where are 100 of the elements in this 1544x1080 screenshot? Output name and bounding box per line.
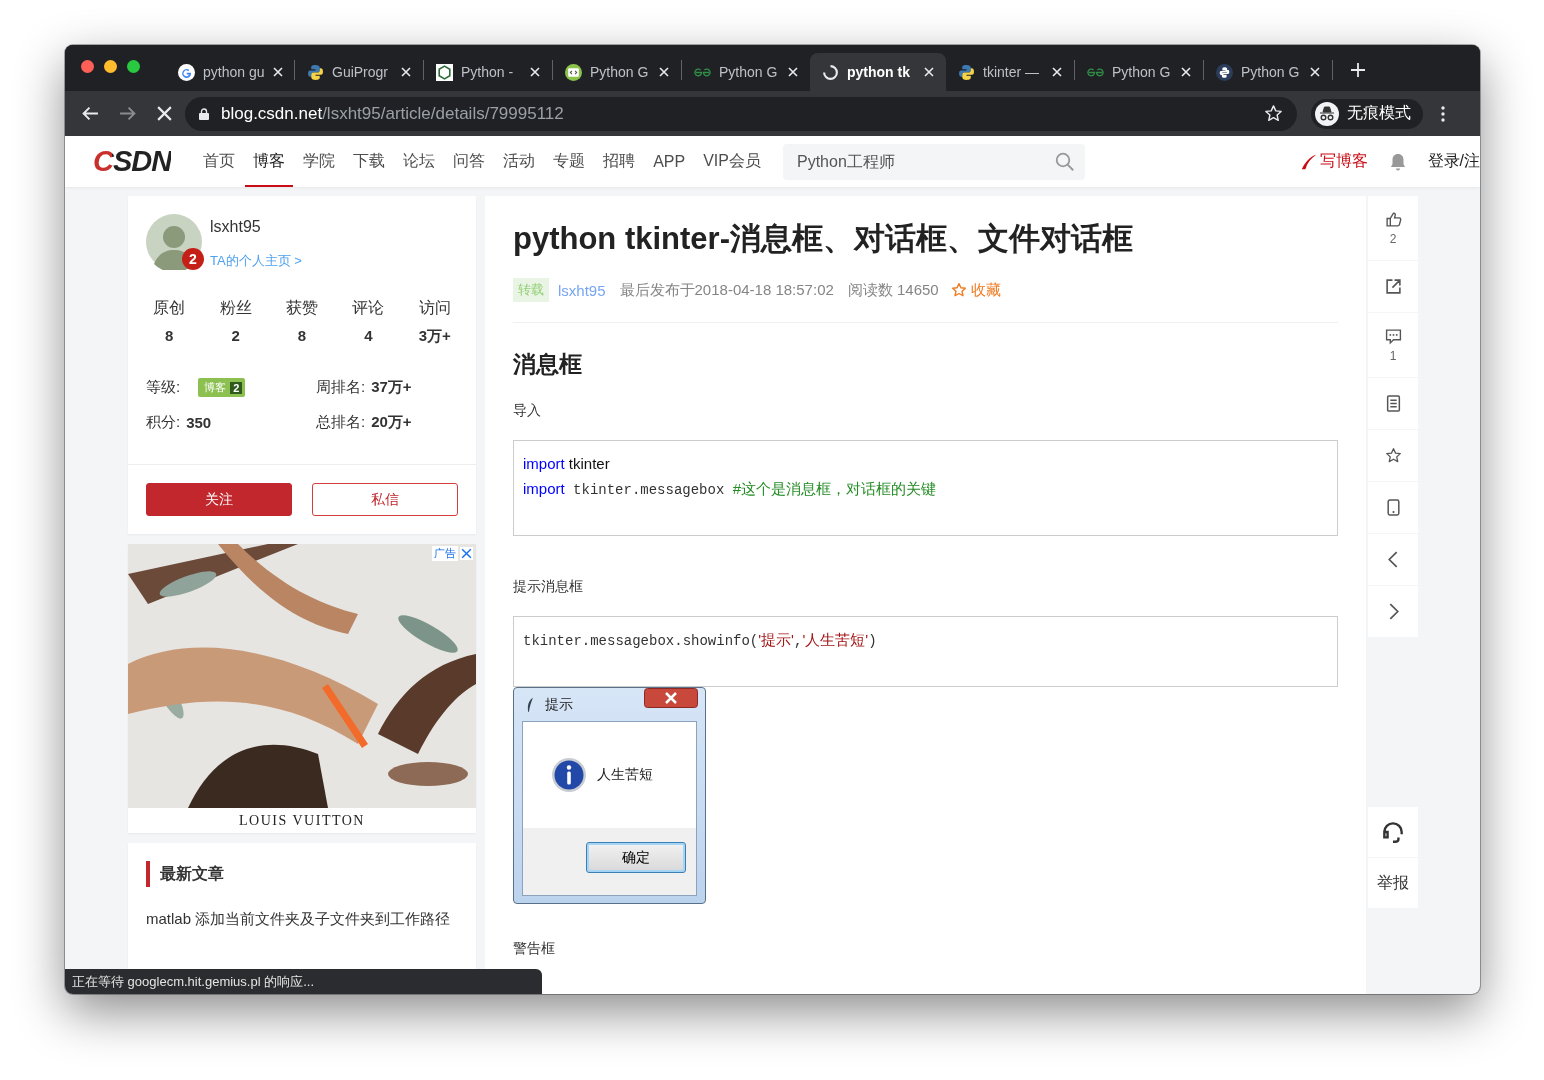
browser-tab[interactable]: python gu — [166, 53, 294, 91]
rank-label: 积分: — [146, 413, 181, 432]
incognito-button[interactable]: 无痕模式 — [1311, 98, 1423, 129]
python-icon — [958, 63, 975, 81]
read-count: 阅读数 14650 — [847, 280, 939, 300]
info-icon — [551, 757, 587, 793]
close-tab-button[interactable] — [924, 67, 934, 77]
forward-button[interactable] — [119, 105, 136, 122]
browser-tab[interactable]: Python G — [1204, 53, 1332, 91]
search-field[interactable]: Python工程师 — [783, 143, 1085, 180]
code-line: tkinter.messagebox.showinfo('提示','人生苦短') — [523, 630, 878, 651]
back-button[interactable] — [82, 105, 99, 122]
stat-label: 评论 — [352, 298, 385, 318]
side-tool-button[interactable]: 2 — [1368, 196, 1418, 260]
stat-label: 原创 — [153, 298, 186, 318]
zoom-window-button[interactable] — [127, 59, 140, 73]
incognito-icon — [1315, 101, 1339, 126]
report-button[interactable]: 举报 — [1368, 858, 1418, 908]
rank-value: 20万+ — [371, 413, 412, 432]
rank-label: 总排名: — [316, 413, 366, 432]
level-badge: 博客 2 — [198, 378, 246, 397]
nav-link[interactable]: APP — [645, 136, 694, 187]
years-badge: 2 — [182, 248, 204, 270]
nav-link[interactable]: 问答 — [445, 136, 494, 187]
paragraph: 警告框 — [513, 940, 556, 958]
ad-label: 广告 — [432, 546, 458, 561]
close-tab-button[interactable] — [1181, 67, 1191, 77]
close-tab-button[interactable] — [788, 67, 798, 77]
bookmark-star-button[interactable] — [1264, 104, 1283, 123]
nav-link[interactable]: 学院 — [295, 136, 344, 187]
nav-link[interactable]: 活动 — [495, 136, 544, 187]
rank-value: 37万+ — [371, 378, 412, 397]
stat-label: 获赞 — [286, 298, 318, 318]
stop-loading-button[interactable] — [156, 105, 173, 122]
browser-tab[interactable]: Python G — [553, 53, 681, 91]
nav-link[interactable]: 招聘 — [595, 136, 644, 187]
side-tool-button[interactable] — [1368, 430, 1418, 481]
stat-value: 8 — [297, 327, 307, 344]
comment-icon — [1384, 327, 1402, 345]
close-tab-button[interactable] — [1052, 67, 1062, 77]
new-tab-button[interactable] — [1351, 63, 1365, 77]
python-icon — [307, 63, 324, 81]
headset-icon — [1380, 819, 1406, 845]
star-icon — [1384, 447, 1402, 464]
close-tab-button[interactable] — [659, 67, 669, 77]
side-tool-button[interactable] — [1368, 482, 1418, 533]
feather-icon — [526, 696, 535, 713]
write-blog-link[interactable]: 写博客 — [1299, 151, 1368, 172]
paragraph: 导入 — [513, 402, 542, 420]
section-heading: 消息框 — [513, 350, 583, 379]
side-tool-button[interactable]: 1 — [1368, 313, 1418, 377]
minimize-window-button[interactable] — [104, 59, 117, 73]
browser-tab[interactable]: GuiProgr — [295, 53, 423, 91]
browser-tab[interactable]: python tk — [810, 53, 946, 91]
nav-link[interactable]: 专题 — [545, 136, 594, 187]
login-link[interactable]: 登录/注 — [1427, 151, 1480, 172]
search-icon[interactable] — [1055, 151, 1075, 172]
browser-tab[interactable]: Python - — [424, 53, 552, 91]
browser-tab[interactable]: tkinter — — [946, 53, 1074, 91]
nav-link[interactable]: 博客 — [245, 136, 294, 187]
google-icon — [178, 63, 195, 81]
phone-icon — [1384, 499, 1402, 516]
customer-service-button[interactable] — [1368, 807, 1418, 857]
close-tab-button[interactable] — [1310, 67, 1320, 77]
browser-tab[interactable]: Python G — [1075, 53, 1203, 91]
stat-value: 8 — [165, 327, 174, 344]
username[interactable]: lsxht95 — [210, 218, 302, 236]
stat-label: 粉丝 — [219, 298, 252, 318]
close-window-button[interactable] — [81, 59, 94, 73]
message-button[interactable]: 私信 — [312, 483, 458, 516]
python-icon — [1216, 63, 1233, 81]
cube-icon — [436, 63, 453, 81]
status-bar: 正在等待 googlecm.hit.gemius.pl 的响应... — [65, 969, 542, 994]
close-tab-button[interactable] — [401, 67, 411, 77]
side-tool-button[interactable] — [1368, 378, 1418, 429]
paragraph: 提示消息框 — [513, 578, 584, 596]
nav-link[interactable]: VIP会员 — [695, 136, 769, 187]
menu-icon[interactable] — [1441, 105, 1445, 122]
close-tab-button[interactable] — [272, 67, 283, 77]
article-link[interactable]: matlab 添加当前文件夹及子文件夹到工作路径 — [146, 907, 458, 931]
close-tab-button[interactable] — [530, 67, 540, 77]
share-icon — [1384, 278, 1402, 295]
code-line: import tkinter.messagebox #这个是消息框，对话框的关键 — [523, 479, 938, 500]
side-tool-button[interactable] — [1368, 261, 1418, 312]
publish-date: 最后发布于2018-04-18 18:57:02 — [619, 280, 834, 300]
ok-button[interactable]: 确定 — [586, 842, 686, 873]
nav-link[interactable]: 论坛 — [395, 136, 444, 187]
browser-tab[interactable]: Python G — [682, 53, 810, 91]
loading-spinner-icon — [822, 63, 839, 81]
rank-label: 周排名: — [316, 378, 366, 397]
nav-link[interactable]: 首页 — [195, 136, 244, 187]
dialog-close-button[interactable] — [644, 688, 698, 708]
address-bar[interactable]: blog.csdn.net/lsxht95/article/details/79995112 — [185, 96, 1297, 131]
follow-button[interactable]: 关注 — [146, 483, 292, 516]
star-icon — [950, 282, 967, 298]
nav-link[interactable]: 下载 — [345, 136, 394, 187]
stat-value: 4 — [364, 327, 373, 344]
close-ad-button[interactable] — [460, 547, 473, 560]
article-title: python tkinter-消息框、对话框、文件对话框 — [513, 220, 1134, 258]
code-icon — [565, 63, 582, 81]
